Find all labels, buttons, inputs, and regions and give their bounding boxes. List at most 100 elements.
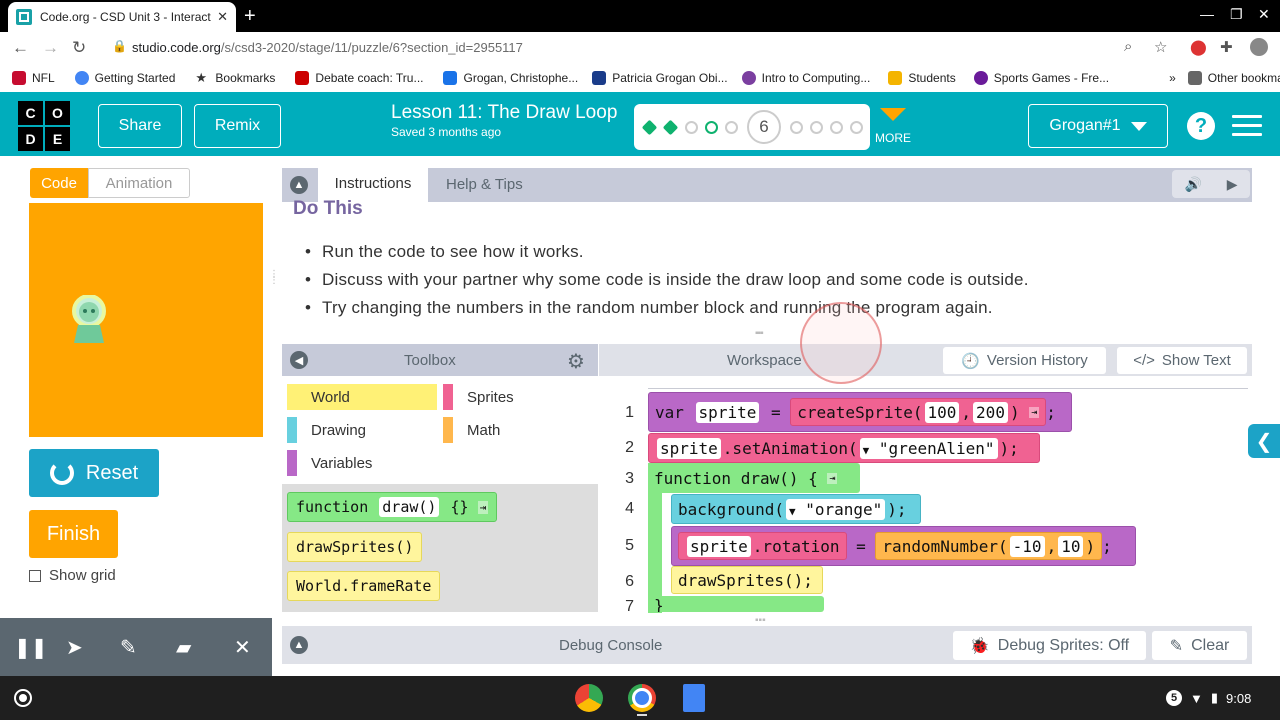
address-bar[interactable]: 🔒 studio.code.org/s/csd3-2020/stage/11/p… [100, 37, 1180, 59]
set-animation-block[interactable]: sprite .setAnimation( ▼ "greenAlien" ); [648, 433, 1040, 463]
puzzle-1-dot[interactable] [641, 119, 658, 135]
bookmark-students[interactable]: Students [888, 71, 956, 85]
category-math[interactable]: Math [443, 417, 593, 443]
bookmark-bookmarks[interactable]: ★ Bookmarks [195, 71, 275, 86]
function-draw-header[interactable]: function draw() { ⇥ [648, 463, 860, 493]
profile-avatar[interactable] [1250, 38, 1268, 56]
code-number[interactable]: 10 [1058, 535, 1084, 557]
browser-tab[interactable]: Code.org - CSD Unit 3 - Interactiv ✕ [8, 2, 236, 32]
puzzle-4-dot[interactable] [705, 120, 718, 134]
category-world[interactable]: World [287, 384, 437, 410]
pointer-icon[interactable]: ➤ [66, 635, 83, 660]
code-number[interactable]: -10 [1009, 535, 1045, 557]
extensions-puzzle-icon[interactable]: ✚ [1220, 38, 1233, 56]
world-framerate-block[interactable]: World.frameRate [287, 571, 441, 601]
codeorg-logo[interactable]: C O D E [18, 101, 70, 151]
play-icon[interactable]: ▶ [1227, 176, 1238, 193]
bookmark-star-icon[interactable]: ☆ [1154, 38, 1167, 56]
expand-arrow-icon[interactable]: ⇥ [827, 472, 838, 484]
google-docs-icon[interactable] [683, 684, 705, 712]
play-store-icon[interactable] [575, 684, 603, 712]
instructions-resize-handle[interactable]: ▪▪▪ [755, 328, 779, 339]
code-number[interactable]: 100 [924, 401, 960, 423]
puzzle-7-dot[interactable] [790, 120, 803, 134]
volume-icon[interactable]: 🔊 [1184, 176, 1201, 193]
help-icon[interactable]: ? [1187, 112, 1215, 140]
collapse-side-panel-icon[interactable]: ❮ [1248, 424, 1280, 458]
minimize-icon[interactable]: — [1200, 6, 1214, 22]
expand-debug-icon[interactable]: ▲ [290, 636, 308, 654]
close-tab-icon[interactable]: ✕ [217, 9, 228, 25]
bookmark-intro-computing[interactable]: Intro to Computing... [741, 71, 870, 85]
puzzle-5-dot[interactable] [725, 120, 738, 134]
zoom-icon[interactable]: ⌕ [1124, 38, 1132, 55]
draw-sprites-block-workspace[interactable]: drawSprites(); [671, 566, 823, 594]
highlighter-icon[interactable]: ▰ [176, 635, 191, 660]
code-variable-name[interactable]: sprite [657, 437, 721, 459]
show-text-button[interactable]: </> Show Text [1117, 347, 1247, 374]
forward-icon[interactable]: → [42, 38, 59, 58]
reset-button[interactable]: Reset [29, 449, 159, 497]
collapse-instructions-icon[interactable]: ▲ [290, 176, 308, 194]
puzzle-9-dot[interactable] [830, 120, 843, 134]
more-bookmarks-icon[interactable]: » [1169, 71, 1176, 85]
expand-arrow-icon[interactable]: ⇥ [1029, 406, 1040, 418]
bookmark-getting-started[interactable]: Getting Started [74, 71, 175, 85]
back-icon[interactable]: ← [12, 38, 29, 58]
puzzle-8-dot[interactable] [810, 120, 823, 134]
animation-dropdown[interactable]: ▼ "greenAlien" [859, 437, 998, 459]
current-puzzle-bubble[interactable]: 6 [747, 110, 781, 144]
close-drawing-icon[interactable]: ✕ [234, 635, 251, 660]
bookmark-nfl[interactable]: NFL [12, 71, 55, 85]
code-variable-name[interactable]: sprite [687, 535, 751, 557]
category-drawing[interactable]: Drawing [287, 417, 437, 443]
remix-button[interactable]: Remix [194, 104, 281, 148]
gear-icon[interactable]: ⚙ [567, 349, 585, 374]
collapse-toolbox-icon[interactable]: ◀ [290, 351, 308, 369]
code-number[interactable]: 200 [973, 401, 1008, 423]
more-chevron-icon[interactable] [880, 108, 906, 121]
code-variable-name[interactable]: sprite [695, 401, 760, 423]
launcher-icon[interactable] [14, 689, 32, 707]
status-tray[interactable]: 5 ▼ ▮ 9:08 [1166, 686, 1276, 710]
sprite-rotation-assign-block[interactable]: sprite .rotation = randomNumber( -10, 10… [671, 526, 1136, 566]
pause-icon[interactable]: ❚❚ [14, 635, 48, 660]
color-dropdown[interactable]: ▼ "orange" [785, 498, 886, 520]
hamburger-menu-icon[interactable] [1232, 115, 1262, 142]
tab-help-tips[interactable]: Help & Tips [446, 176, 523, 193]
lesson-title[interactable]: Lesson 11: The Draw Loop [391, 102, 617, 124]
version-history-button[interactable]: 🕘 Version History [943, 347, 1106, 374]
maximize-icon[interactable]: ❐ [1230, 6, 1243, 23]
user-menu-button[interactable]: Grogan#1 [1028, 104, 1168, 148]
game-stage[interactable] [29, 203, 263, 437]
extension-icon[interactable]: ⬤ [1190, 38, 1207, 56]
debug-sprites-button[interactable]: 🐞 Debug Sprites: Off [953, 631, 1146, 660]
more-link[interactable]: MORE [875, 131, 911, 145]
clear-button[interactable]: ✎ Clear [1152, 631, 1247, 660]
category-sprites[interactable]: Sprites [443, 384, 593, 410]
tab-code[interactable]: Code [30, 168, 88, 198]
new-tab-icon[interactable]: + [244, 5, 256, 28]
reload-icon[interactable]: ↻ [72, 38, 86, 58]
create-sprite-block[interactable]: createSprite( 100, 200 ) ⇥ [790, 398, 1047, 426]
bookmark-other[interactable]: Other bookmarks [1187, 71, 1280, 85]
draw-sprites-block[interactable]: drawSprites() [287, 532, 423, 562]
show-grid-checkbox[interactable]: Show grid [29, 567, 116, 584]
resize-handle-icon[interactable]: ⋮ ⋮ [269, 270, 279, 296]
bookmark-debate-coach[interactable]: Debate coach: Tru... [295, 71, 423, 85]
bookmark-sports-games[interactable]: Sports Games - Fre... [973, 71, 1109, 85]
bookmark-patricia[interactable]: Patricia Grogan Obi... [592, 71, 728, 85]
puzzle-3-dot[interactable] [685, 120, 698, 134]
workspace-resize-handle[interactable]: ▪▪▪ [755, 615, 779, 626]
bookmark-grogan[interactable]: Grogan, Christophe... [443, 71, 578, 85]
sprite-rotation-block[interactable]: sprite .rotation [678, 532, 847, 560]
background-block[interactable]: background( ▼ "orange" ); [671, 494, 921, 524]
puzzle-2-dot[interactable] [662, 119, 679, 135]
close-window-icon[interactable]: ✕ [1258, 6, 1270, 23]
function-draw-block[interactable]: function draw() {} ⇥ [287, 492, 498, 522]
pen-icon[interactable]: ✎ [120, 635, 137, 660]
random-number-block[interactable]: randomNumber( -10, 10 ) [875, 532, 1103, 560]
share-button[interactable]: Share [98, 104, 182, 148]
category-variables[interactable]: Variables [287, 450, 437, 476]
finish-button[interactable]: Finish [29, 510, 118, 558]
